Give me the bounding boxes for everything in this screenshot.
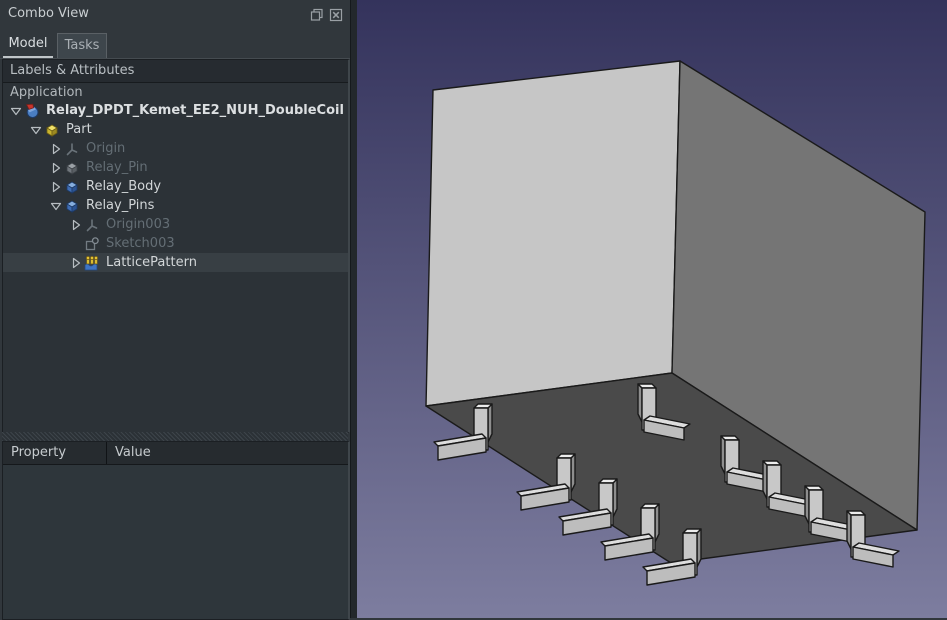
panel-titlebar[interactable]: Combo View: [0, 0, 350, 28]
tree-item-origin[interactable]: Origin: [3, 139, 348, 158]
sketch-icon: [84, 236, 101, 252]
tree-item-label: Relay_Pins: [86, 198, 155, 213]
horizontal-splitter-handle[interactable]: [2, 432, 348, 441]
combo-view-panel: Combo View Model Tasks Labels & Attribut…: [0, 0, 350, 620]
tree-item-label: Origin003: [106, 217, 171, 232]
tree-item-label: Sketch003: [106, 236, 175, 251]
labels-attributes-header: Labels & Attributes: [3, 60, 348, 83]
expand-arrow-icon[interactable]: [69, 256, 84, 270]
close-panel-icon[interactable]: [329, 8, 343, 22]
body-gray-icon: [64, 160, 81, 176]
panel-title: Combo View: [8, 6, 89, 21]
relay-3d-model: [425, 60, 926, 586]
tree-item-label: Relay_DPDT_Kemet_EE2_NUH_DoubleCoil: [46, 103, 344, 118]
tree-item-latticepattern[interactable]: LatticePattern: [3, 253, 348, 272]
tree-item-relay_pins[interactable]: Relay_Pins: [3, 196, 348, 215]
lattice-icon: [84, 255, 101, 271]
3d-viewport[interactable]: [357, 0, 947, 618]
collapse-arrow-icon[interactable]: [49, 199, 64, 213]
document-icon: [24, 103, 41, 119]
collapse-arrow-icon[interactable]: [9, 104, 24, 118]
arrow-spacer: [69, 237, 84, 251]
property-editor: Property Value: [2, 441, 350, 620]
body-blue-icon: [64, 198, 81, 214]
tab-tasks[interactable]: Tasks: [57, 33, 107, 58]
expand-arrow-icon[interactable]: [49, 180, 64, 194]
tree-item-part[interactable]: Part: [3, 120, 348, 139]
property-table-header: Property Value: [3, 442, 348, 465]
column-header-property: Property: [3, 442, 107, 464]
tree-root-application[interactable]: Application: [3, 83, 348, 102]
combo-view-tabbar: Model Tasks: [0, 30, 350, 59]
origin-icon: [84, 217, 101, 233]
tree-item-sketch003[interactable]: Sketch003: [3, 234, 348, 253]
expand-arrow-icon[interactable]: [49, 142, 64, 156]
tree-item-relay_body[interactable]: Relay_Body: [3, 177, 348, 196]
tree-item-label: Relay_Pin: [86, 160, 148, 175]
collapse-arrow-icon[interactable]: [29, 123, 44, 137]
origin-icon: [64, 141, 81, 157]
tree-item-relay_dpdt_kemet_ee2_nuh_doublecoil[interactable]: Relay_DPDT_Kemet_EE2_NUH_DoubleCoil: [3, 101, 348, 120]
tree-item-label: Part: [66, 122, 92, 137]
column-header-value: Value: [115, 445, 151, 460]
tab-model[interactable]: Model: [3, 31, 53, 58]
model-tree-frame: Labels & Attributes Application Relay_DP…: [2, 59, 350, 433]
expand-arrow-icon[interactable]: [49, 161, 64, 175]
document-tree: Relay_DPDT_Kemet_EE2_NUH_DoubleCoil Part O…: [3, 101, 348, 432]
float-panel-icon[interactable]: [310, 8, 324, 22]
tree-item-label: Origin: [86, 141, 126, 156]
part-icon: [44, 122, 61, 138]
tree-item-label: LatticePattern: [106, 255, 197, 270]
tree-item-label: Relay_Body: [86, 179, 162, 194]
expand-arrow-icon[interactable]: [69, 218, 84, 232]
body-blue-icon: [64, 179, 81, 195]
body-face-front: [425, 60, 681, 407]
tree-item-relay_pin[interactable]: Relay_Pin: [3, 158, 348, 177]
tree-item-origin003[interactable]: Origin003: [3, 215, 348, 234]
